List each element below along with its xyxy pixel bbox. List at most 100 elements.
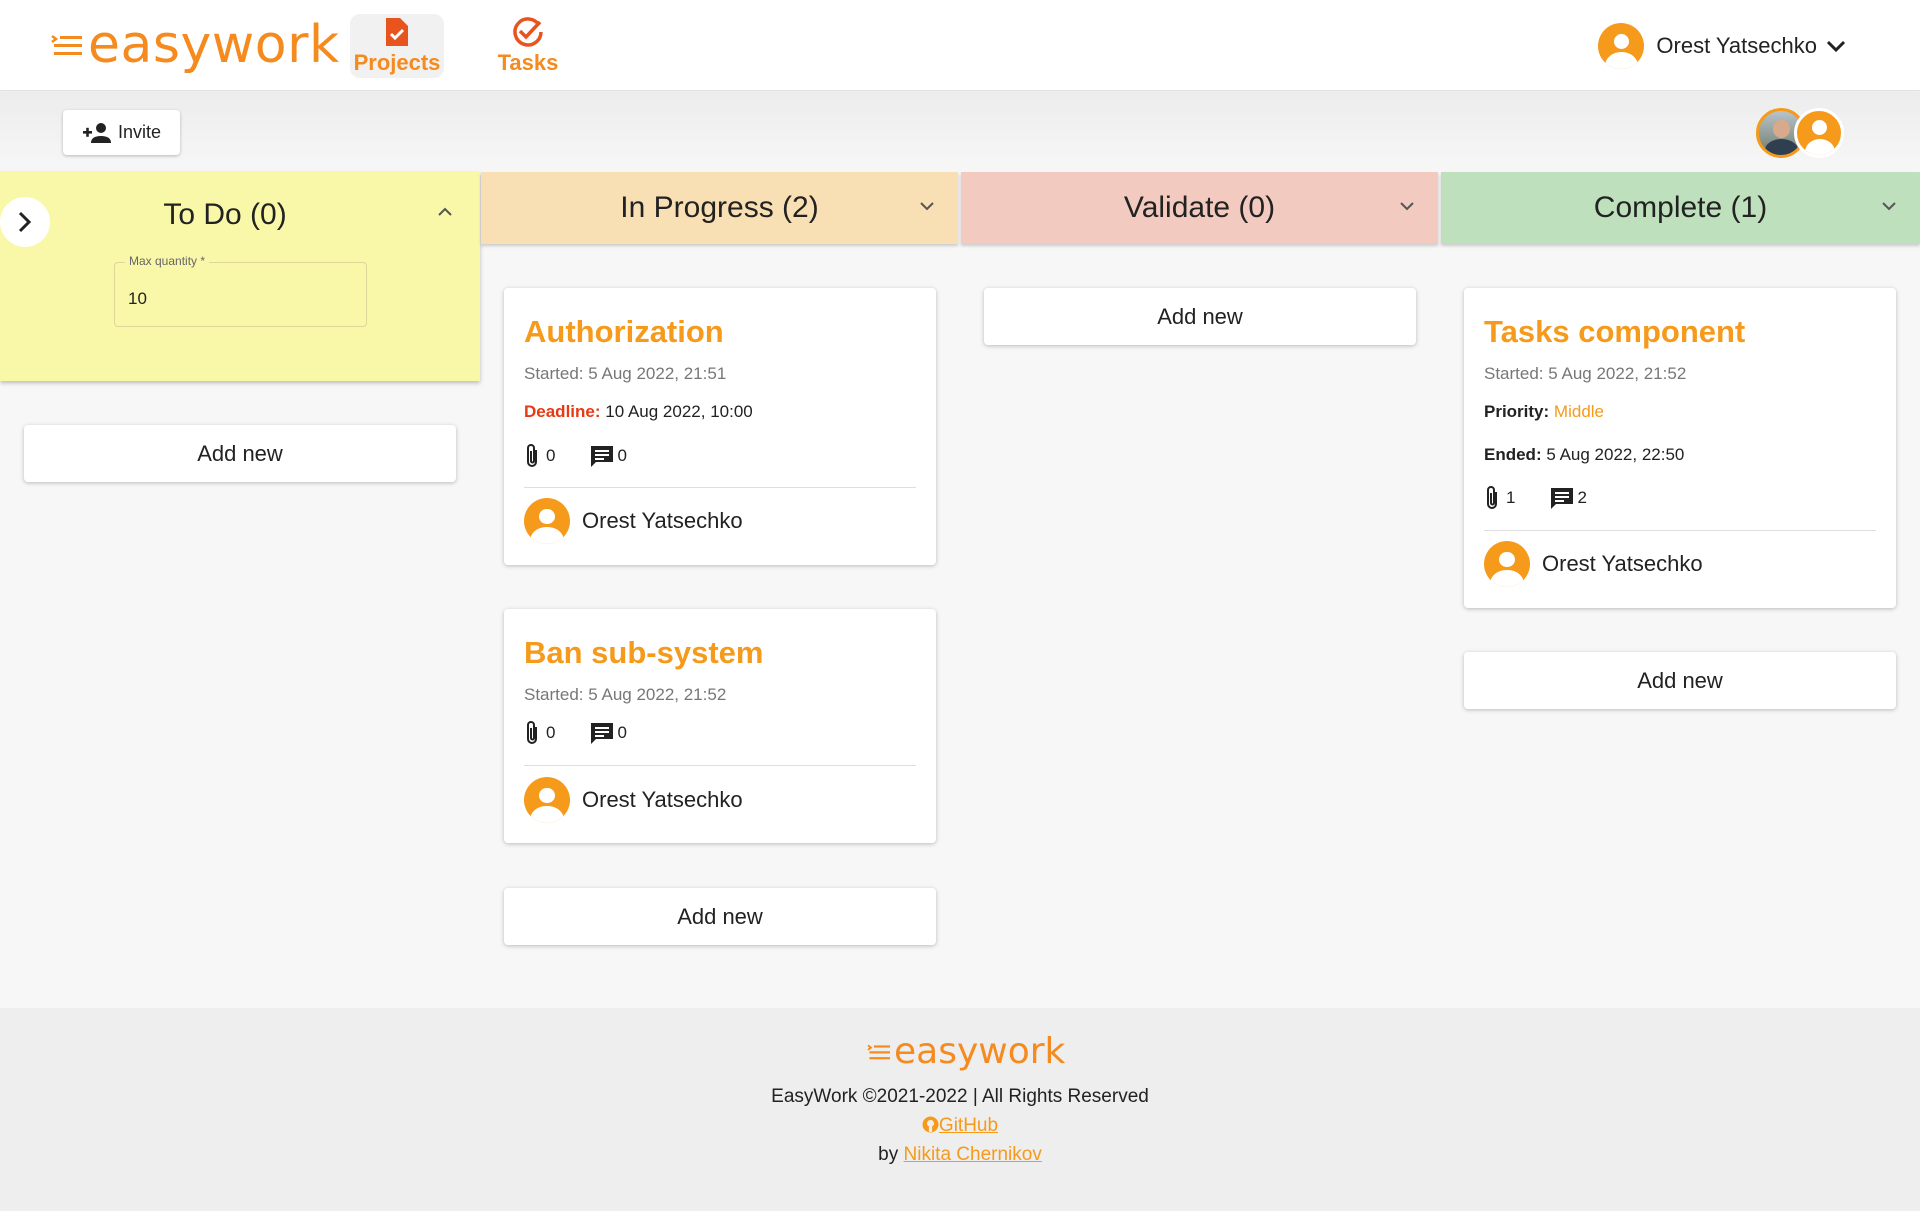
column-in-progress-header[interactable]: In Progress (2) <box>481 172 958 244</box>
task-started: Started: 5 Aug 2022, 21:52 <box>1484 364 1687 383</box>
comments-counter[interactable]: 0 <box>589 721 627 745</box>
chevron-down-icon <box>1826 40 1846 53</box>
assignee-name: Orest Yatsechko <box>582 787 743 812</box>
task-title[interactable]: Tasks component <box>1484 314 1745 350</box>
chevron-down-icon[interactable] <box>918 200 936 212</box>
task-ended: Ended: 5 Aug 2022, 22:50 <box>1484 445 1684 465</box>
task-title[interactable]: Ban sub-system <box>524 635 763 671</box>
max-quantity-field[interactable]: Max quantity * 10 <box>114 254 367 327</box>
nav-projects-label: Projects <box>353 50 441 75</box>
attachments-counter[interactable]: 0 <box>524 719 555 747</box>
author-link[interactable]: Nikita Chernikov <box>904 1144 1042 1165</box>
invite-label: Invite <box>117 122 162 142</box>
task-assignee: Orest Yatsechko <box>524 498 743 544</box>
column-complete-header[interactable]: Complete (1) <box>1441 172 1920 244</box>
task-assignee: Orest Yatsechko <box>1484 541 1703 587</box>
column-validate-title: Validate (0) <box>1123 191 1276 224</box>
comment-icon <box>1551 488 1574 509</box>
attachments-counter[interactable]: 1 <box>1484 484 1515 512</box>
deadline-label: Deadline: <box>524 402 601 421</box>
task-card[interactable]: Ban sub-system Started: 5 Aug 2022, 21:5… <box>504 609 936 843</box>
assignee-name: Orest Yatsechko <box>582 508 743 533</box>
column-todo: To Do (0) Max quantity * 10 <box>0 172 480 381</box>
invite-button[interactable]: Invite <box>63 110 180 155</box>
brand-name: easywork <box>88 15 340 75</box>
user-name: Orest Yatsechko <box>1656 33 1817 58</box>
deadline-value: 10 Aug 2022, 10:00 <box>605 402 753 421</box>
column-complete-title: Complete (1) <box>1593 191 1768 224</box>
priority-value: Middle <box>1553 402 1605 421</box>
chevron-up-icon[interactable] <box>436 206 454 218</box>
footer-logo: easywork <box>866 1034 1065 1070</box>
nav-tasks-label: Tasks <box>497 50 559 75</box>
task-card[interactable]: Tasks component Started: 5 Aug 2022, 21:… <box>1464 288 1896 608</box>
add-person-icon <box>82 122 111 143</box>
user-avatar-icon <box>524 777 570 823</box>
task-counters: 0 0 <box>524 442 661 470</box>
comment-icon <box>591 446 614 467</box>
ended-value: 5 Aug 2022, 22:50 <box>1546 445 1685 464</box>
paperclip-icon <box>527 721 537 744</box>
logo-list-icon <box>867 1044 890 1060</box>
comments-count: 2 <box>1577 488 1587 507</box>
attachments-count: 0 <box>546 723 556 742</box>
task-started: Started: 5 Aug 2022, 21:52 <box>524 685 727 704</box>
board-toolbar <box>0 92 1920 172</box>
column-validate-header[interactable]: Validate (0) <box>961 172 1438 244</box>
card-divider <box>1484 530 1876 531</box>
logo-list-icon <box>51 35 82 55</box>
max-quantity-label: Max quantity * <box>125 254 210 268</box>
task-card[interactable]: Authorization Started: 5 Aug 2022, 21:51… <box>504 288 936 565</box>
task-title[interactable]: Authorization <box>524 314 724 350</box>
footer-brand-name: easywork <box>894 1031 1066 1072</box>
attachments-count: 0 <box>546 446 556 465</box>
assignee-name: Orest Yatsechko <box>1542 551 1703 576</box>
paperclip-icon <box>1487 486 1497 509</box>
chevron-down-icon[interactable] <box>1398 200 1416 212</box>
nav-tasks[interactable]: Tasks <box>481 14 575 78</box>
priority-label: Priority: <box>1484 402 1550 421</box>
attachments-count: 1 <box>1506 488 1516 507</box>
task-priority: Priority: Middle <box>1484 402 1604 422</box>
comments-count: 0 <box>617 723 627 742</box>
member-avatars <box>1756 106 1846 160</box>
column-in-progress-title: In Progress (2) <box>620 191 819 224</box>
add-new-button-todo[interactable]: Add new <box>24 425 456 482</box>
paperclip-icon <box>527 444 537 467</box>
nav-projects[interactable]: Projects <box>350 14 444 78</box>
max-quantity-value[interactable]: 10 <box>128 289 147 309</box>
card-divider <box>524 487 916 488</box>
add-new-button-complete[interactable]: Add new <box>1464 652 1896 709</box>
task-deadline: Deadline: 10 Aug 2022, 10:00 <box>524 402 753 422</box>
project-document-icon <box>386 18 408 46</box>
github-icon <box>922 1116 939 1133</box>
user-avatar-icon[interactable] <box>1794 108 1844 158</box>
footer-github[interactable]: GitHub <box>0 1115 1920 1137</box>
card-divider <box>524 765 916 766</box>
attachments-counter[interactable]: 0 <box>524 442 555 470</box>
comment-icon <box>591 723 614 744</box>
user-menu[interactable]: Orest Yatsechko <box>1598 22 1847 70</box>
task-started: Started: 5 Aug 2022, 21:51 <box>524 364 727 383</box>
add-new-button-validate[interactable]: Add new <box>984 288 1416 345</box>
user-avatar-icon <box>524 498 570 544</box>
brand-logo[interactable]: easywork <box>50 12 340 78</box>
app-header: easywork Projects Tasks Orest Yatsechko <box>0 0 1920 91</box>
footer-author: by Nikita Chernikov <box>0 1144 1920 1166</box>
footer-copyright: EasyWork ©2021-2022 | All Rights Reserve… <box>771 1086 1149 1107</box>
user-avatar-icon <box>1598 23 1645 69</box>
github-link[interactable]: GitHub <box>939 1115 998 1136</box>
footer-by: by <box>878 1144 899 1165</box>
column-todo-title: To Do (0) <box>163 198 287 231</box>
task-counters: 1 2 <box>1484 484 1621 512</box>
comments-counter[interactable]: 0 <box>589 444 627 468</box>
task-assignee: Orest Yatsechko <box>524 777 743 823</box>
add-new-button-in-progress[interactable]: Add new <box>504 888 936 945</box>
page-footer: easywork EasyWork ©2021-2022 | All Right… <box>0 1008 1920 1211</box>
ended-label: Ended: <box>1484 445 1542 464</box>
comments-counter[interactable]: 2 <box>1549 486 1587 510</box>
chevron-down-icon[interactable] <box>1880 200 1898 212</box>
comments-count: 0 <box>617 446 627 465</box>
check-circle-icon <box>513 17 543 47</box>
task-counters: 0 0 <box>524 719 661 747</box>
